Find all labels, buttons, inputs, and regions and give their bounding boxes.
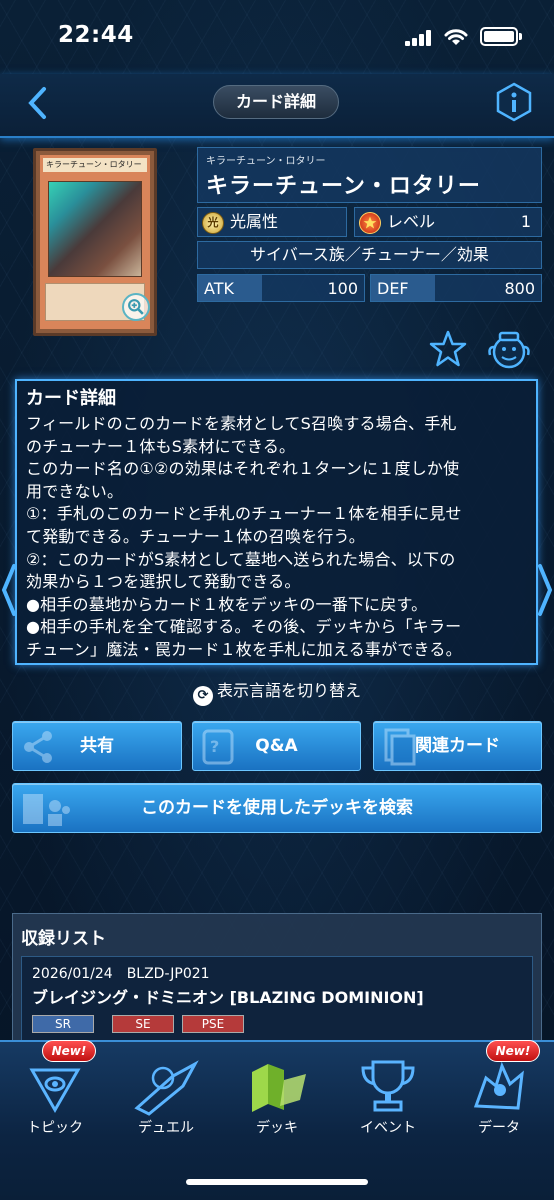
share-icon [24, 731, 52, 763]
language-switch[interactable]: ⟳ 表示言語を切り替え [0, 678, 554, 706]
nav-label: デュエル [138, 1120, 194, 1136]
description-line: ①：手札のこのカードと手札のチューナー１体を相手に見せ [26, 504, 462, 524]
nav-label: イベント [360, 1120, 416, 1136]
deck-icon [252, 1064, 306, 1112]
share-button[interactable]: 共有 [12, 721, 182, 771]
nav-label: データ [478, 1120, 520, 1136]
related-cards-label: 関連カード [415, 736, 500, 756]
qa-icon: ? [202, 729, 234, 765]
description-line: のチューナー１体もS素材にできる。 [26, 436, 296, 456]
pot-of-greed-icon[interactable] [487, 327, 531, 371]
share-label: 共有 [80, 736, 114, 756]
svg-text:?: ? [210, 737, 219, 756]
rarity-badge: SE [112, 1015, 174, 1033]
favorite-star-icon[interactable] [428, 329, 468, 369]
event-icon [361, 1060, 415, 1112]
description-line: ②：このカードがS素材として墓地へ送られた場合、以下の [26, 549, 456, 569]
description-line: このカード名の①②の効果はそれぞれ１ターンに１度しか使 [26, 459, 460, 479]
description-line: 効果から１つを選択して発動できる。 [26, 572, 301, 592]
status-bar: 22:44 [0, 0, 554, 74]
nav-event[interactable]: イベント [333, 1042, 443, 1152]
description-line: チューン」魔法・罠カード１枚を手札に加える事ができる。 [26, 639, 462, 659]
related-cards-icon [384, 728, 416, 766]
qa-button[interactable]: ? Q&A [192, 721, 361, 771]
battery-icon [480, 27, 522, 46]
new-badge: New! [486, 1040, 540, 1062]
chevron-left-icon [28, 87, 46, 119]
bottom-navigation: New! トピック デュエル デッキ イベント New! データ [0, 1040, 554, 1200]
atk-panel: ATK 100 [197, 274, 365, 302]
deck-search-icon [23, 794, 70, 826]
topic-icon [29, 1068, 81, 1114]
previous-card-arrow-icon[interactable] [0, 562, 18, 618]
release-date-code: 2026/01/24 BLZD-JP021 [32, 966, 210, 982]
card-image-name: キラーチューン・ロタリー [43, 158, 147, 172]
level-panel: レベル 1 [354, 207, 542, 237]
rarity-badge: SR [32, 1015, 94, 1033]
status-time: 22:44 [58, 22, 134, 48]
card-name: キラーチューン・ロタリー [206, 174, 481, 199]
release-pack-name: ブレイジング・ドミニオン [BLAZING DOMINION] [32, 988, 424, 1007]
page-title: カード詳細 [213, 85, 339, 119]
deck-search-button[interactable]: このカードを使用したデッキを検索 [12, 783, 542, 833]
atk-label: ATK [204, 279, 234, 298]
nav-label: トピック [27, 1120, 83, 1136]
new-badge: New! [42, 1040, 96, 1062]
wifi-icon [444, 29, 468, 45]
level-value: 1 [520, 212, 531, 231]
card-description: カード詳細 フィールドのこのカードを素材としてS召喚する場合、手札 のチューナー… [15, 379, 538, 665]
card-artwork [48, 181, 142, 277]
release-list-title: 収録リスト [21, 929, 106, 949]
level-label: レベル [387, 212, 436, 231]
home-indicator [186, 1179, 368, 1185]
nav-topic[interactable]: New! トピック [0, 1040, 110, 1152]
card-name-panel: キラーチューン・ロタリー キラーチューン・ロタリー [197, 147, 542, 203]
def-panel: DEF 800 [370, 274, 542, 302]
description-line: 用できない。 [26, 481, 124, 501]
type-line: サイバース族／チューナー／効果 [197, 241, 542, 269]
deck-search-label: このカードを使用したデッキを検索 [141, 798, 413, 818]
def-value: 800 [504, 279, 535, 298]
switch-language-icon: ⟳ [192, 686, 213, 706]
cellular-signal-icon [405, 30, 433, 46]
description-line: て発動できる。チューナー１体の召喚を行う。 [26, 526, 365, 546]
card-image[interactable]: キラーチューン・ロタリー [33, 148, 157, 336]
zoom-icon[interactable] [122, 293, 150, 321]
attribute-panel: 光 光属性 [197, 207, 347, 237]
level-star-icon [359, 212, 381, 234]
description-title: カード詳細 [26, 388, 116, 409]
description-line: ●相手の手札を全て確認する。その後、デッキから「キラー [26, 617, 462, 637]
duel-icon [134, 1060, 199, 1116]
language-switch-label: 表示言語を切り替え [216, 681, 361, 700]
description-line: フィールドのこのカードを素材としてS召喚する場合、手札 [26, 414, 457, 433]
light-attribute-icon: 光 [202, 212, 224, 234]
def-label: DEF [377, 279, 409, 298]
app-header: カード詳細 [0, 74, 554, 138]
rarity-badge: PSE [182, 1015, 244, 1033]
back-button[interactable] [26, 86, 56, 120]
nav-duel[interactable]: デュエル [111, 1042, 221, 1152]
card-name-ruby: キラーチューン・ロタリー [206, 156, 326, 167]
info-button[interactable] [494, 82, 534, 122]
atk-value: 100 [327, 279, 358, 298]
related-cards-button[interactable]: 関連カード [373, 721, 542, 771]
nav-deck[interactable]: デッキ [222, 1042, 332, 1152]
description-line: ●相手の墓地からカード１枚をデッキの一番下に戻す。 [26, 594, 428, 614]
qa-label: Q&A [255, 736, 298, 756]
nav-data[interactable]: New! データ [444, 1040, 554, 1152]
data-icon [473, 1061, 524, 1110]
nav-label: デッキ [256, 1120, 298, 1136]
attribute-label: 光属性 [230, 212, 279, 231]
next-card-arrow-icon[interactable] [536, 562, 554, 618]
